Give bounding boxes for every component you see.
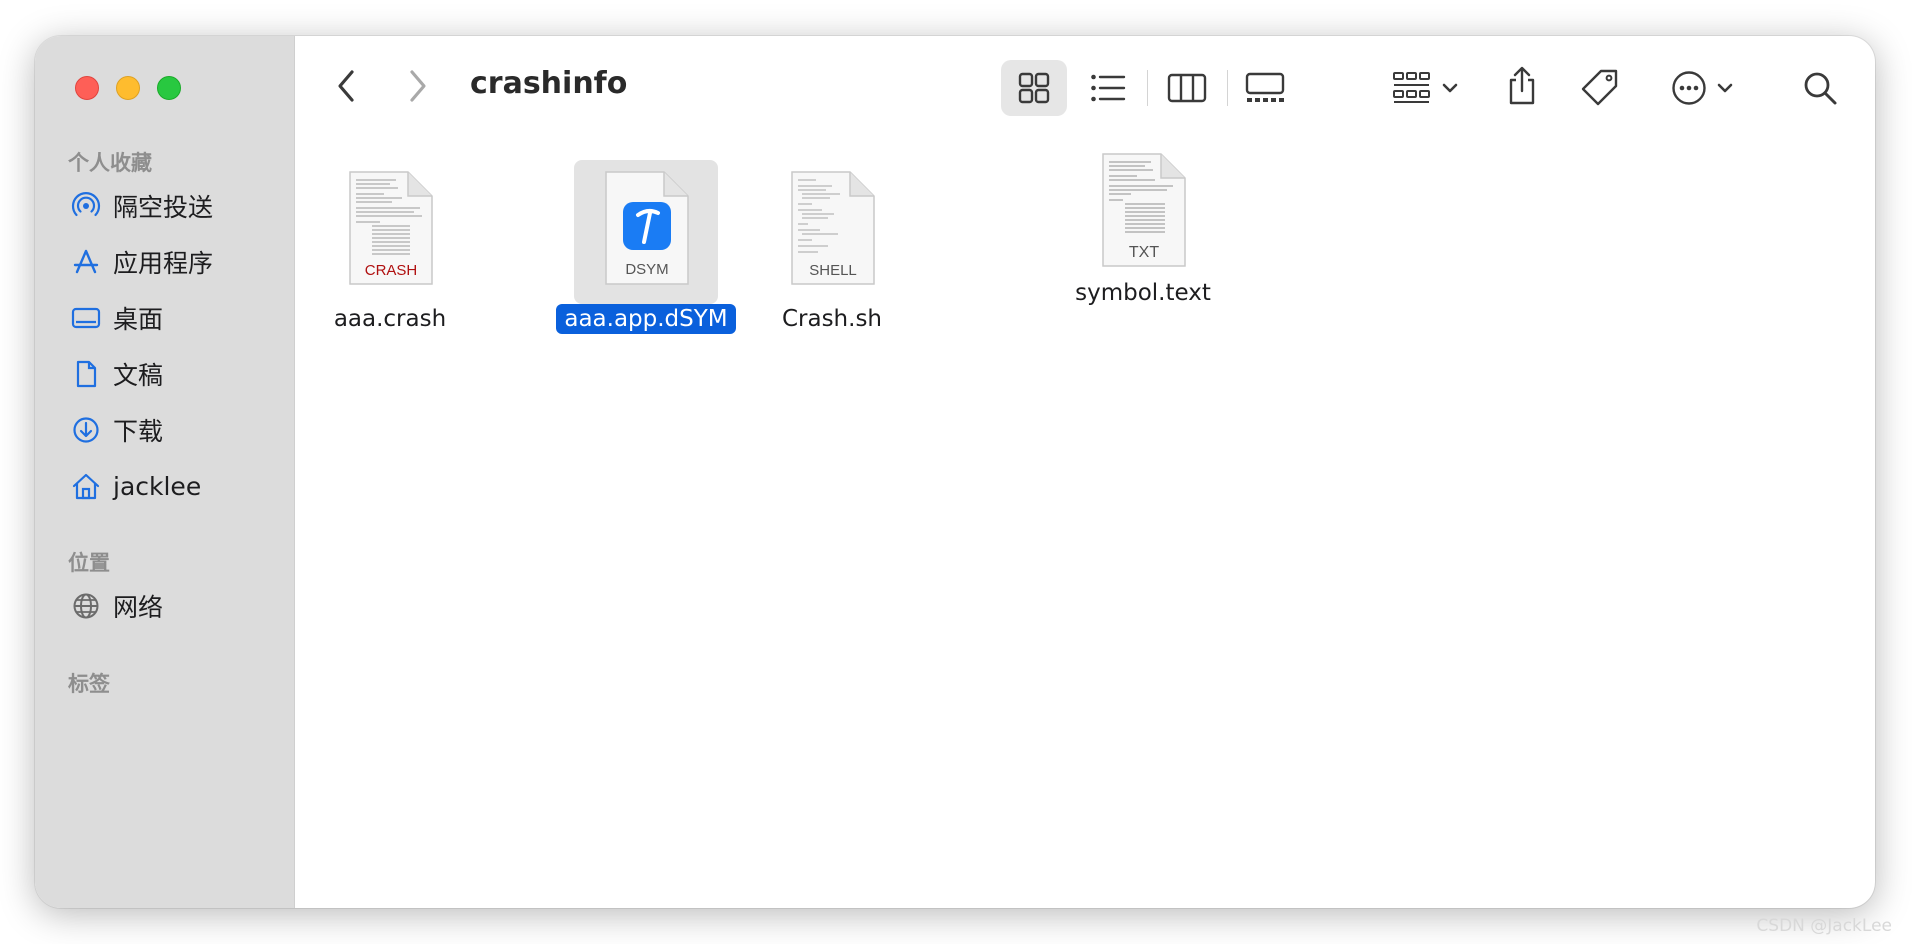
tag-icon (1581, 69, 1618, 106)
file-item-selected[interactable]: DSYM aaa.app.dSYM (556, 166, 736, 334)
file-name: Crash.sh (781, 306, 883, 332)
window-title: crashinfo (470, 66, 628, 101)
gallery-icon (1245, 72, 1285, 102)
sidebar-item-airdrop[interactable]: 隔空投送 (71, 186, 281, 226)
sidebar-item-downloads[interactable]: 下载 (71, 410, 281, 450)
tag-button[interactable] (1575, 60, 1625, 116)
toolbar-divider (1147, 70, 1148, 106)
file-type-badge: SHELL (809, 262, 857, 279)
columns-icon (1167, 73, 1207, 103)
dsym-file-icon: DSYM (605, 171, 689, 285)
locations-section-label: 位置 (68, 551, 110, 575)
icon-view-button[interactable] (1001, 60, 1067, 116)
shell-file-icon: SHELL (791, 171, 875, 285)
sidebar-item-label: 下载 (113, 417, 164, 446)
home-icon (72, 473, 100, 500)
sidebar-item-label: 网络 (113, 593, 164, 622)
file-type-badge: TXT (1129, 244, 1159, 261)
globe-icon (73, 593, 99, 619)
file-name: aaa.app.dSYM (556, 304, 736, 334)
sidebar-item-label: 桌面 (113, 305, 164, 334)
group-icon (1393, 72, 1430, 103)
sidebar-item-label: 应用程序 (113, 249, 214, 278)
sidebar-item-label: jacklee (113, 471, 202, 501)
chevron-right-icon (410, 70, 426, 102)
sidebar-item-desktop[interactable]: 桌面 (71, 298, 281, 338)
file-item[interactable]: SHELL Crash.sh (762, 166, 902, 334)
search-icon (1804, 72, 1837, 105)
watermark: CSDN @JackLee (1756, 916, 1892, 936)
back-button[interactable] (331, 66, 361, 106)
share-button[interactable] (1497, 56, 1547, 116)
document-icon (76, 360, 97, 388)
text-file-icon: TXT (1102, 153, 1186, 267)
sidebar: 个人收藏 隔空投送 应用程序 桌面 文稿 下载 jacklee 位置 网络 标签 (35, 36, 295, 908)
list-icon (1091, 74, 1126, 102)
minimize-window-button[interactable] (116, 76, 140, 100)
toolbar-divider (1227, 70, 1228, 106)
close-window-button[interactable] (75, 76, 99, 100)
grid-icon (1018, 72, 1050, 104)
crash-file-icon: CRASH (349, 171, 433, 285)
more-actions-button[interactable] (1663, 60, 1741, 116)
forward-button[interactable] (403, 66, 433, 106)
file-item[interactable]: CRASH aaa.crash (320, 166, 460, 334)
sidebar-item-home[interactable]: jacklee (71, 466, 281, 506)
file-type-badge: DSYM (625, 261, 668, 278)
sidebar-item-network[interactable]: 网络 (71, 586, 281, 626)
gallery-view-button[interactable] (1235, 60, 1295, 116)
chevron-left-icon (338, 70, 354, 102)
search-button[interactable] (1795, 60, 1845, 116)
share-icon (1509, 66, 1535, 105)
favorites-section-label: 个人收藏 (68, 151, 152, 175)
file-item[interactable]: TXT symbol.text (1058, 148, 1228, 308)
tags-section-label: 标签 (68, 672, 110, 696)
file-type-badge: CRASH (365, 262, 418, 279)
airdrop-icon (71, 192, 101, 217)
finder-window: 个人收藏 隔空投送 应用程序 桌面 文稿 下载 jacklee 位置 网络 标签… (35, 36, 1875, 908)
column-view-button[interactable] (1159, 60, 1215, 116)
chevron-down-icon (1442, 83, 1458, 93)
download-icon (73, 417, 99, 443)
sidebar-item-label: 隔空投送 (113, 193, 214, 222)
group-by-button[interactable] (1385, 60, 1465, 116)
sidebar-item-applications[interactable]: 应用程序 (71, 242, 281, 282)
maximize-window-button[interactable] (157, 76, 181, 100)
main-area: crashinfo CRASH aaa.crash DSYM aaa.app.d… (295, 36, 1875, 908)
applications-icon (73, 249, 99, 274)
list-view-button[interactable] (1080, 60, 1136, 116)
file-name: aaa.crash (333, 306, 447, 332)
sidebar-item-documents[interactable]: 文稿 (71, 354, 281, 394)
file-name: symbol.text (1075, 280, 1211, 306)
desktop-icon (71, 307, 101, 329)
chevron-down-icon (1717, 83, 1733, 93)
sidebar-item-label: 文稿 (113, 361, 164, 390)
ellipsis-circle-icon (1672, 71, 1706, 105)
